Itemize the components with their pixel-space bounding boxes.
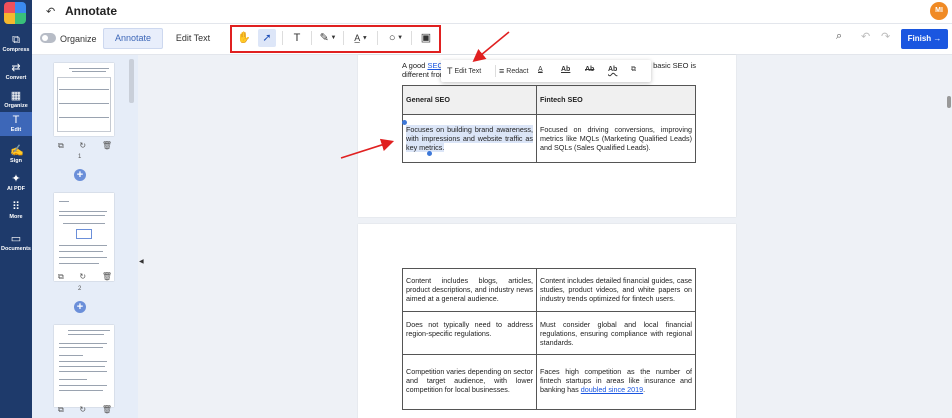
arrow-to-selected-text bbox=[340, 138, 395, 159]
annotation-arrows bbox=[340, 31, 510, 159]
arrow-to-edit-text bbox=[472, 31, 510, 63]
